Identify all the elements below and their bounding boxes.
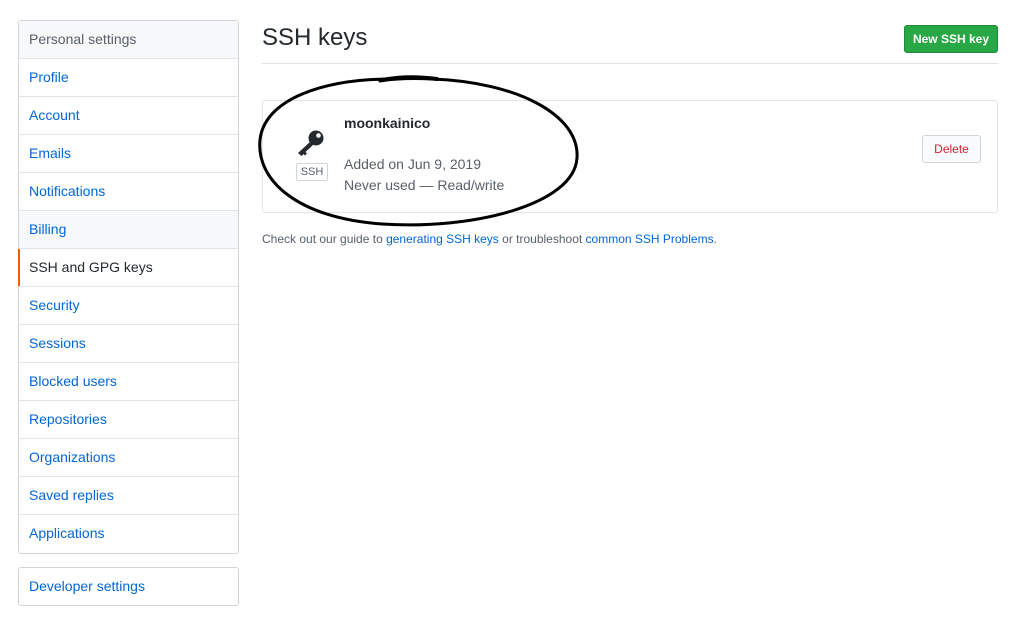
key-usage: Never used — Read/write xyxy=(344,177,505,193)
developer-settings-menu: Developer settings xyxy=(18,567,239,606)
sidebar-heading: Personal settings xyxy=(19,21,238,59)
sidebar-item-applications[interactable]: Applications xyxy=(19,515,238,553)
sidebar-item-billing[interactable]: Billing xyxy=(19,211,238,249)
common-ssh-problems-link[interactable]: common SSH Problems xyxy=(586,232,714,246)
page-title: SSH keys xyxy=(262,24,368,51)
sidebar-item-security[interactable]: Security xyxy=(19,287,238,325)
sidebar-item-blocked-users[interactable]: Blocked users xyxy=(19,363,238,401)
sidebar-item-sessions[interactable]: Sessions xyxy=(19,325,238,363)
sidebar-item-organizations[interactable]: Organizations xyxy=(19,439,238,477)
sidebar-item-developer-settings[interactable]: Developer settings xyxy=(19,568,238,605)
key-title: moonkainico xyxy=(344,115,431,131)
help-text: Check out our guide to generating SSH ke… xyxy=(262,232,717,246)
help-suffix: . xyxy=(713,232,717,246)
help-prefix: Check out our guide to xyxy=(262,232,387,246)
sidebar-item-repositories[interactable]: Repositories xyxy=(19,401,238,439)
sidebar-item-emails[interactable]: Emails xyxy=(19,135,238,173)
delete-key-button[interactable]: Delete xyxy=(922,135,981,163)
sidebar-item-profile[interactable]: Profile xyxy=(19,59,238,97)
sidebar-item-ssh-gpg-keys[interactable]: SSH and GPG keys xyxy=(18,249,238,287)
new-ssh-key-button[interactable]: New SSH key xyxy=(904,25,998,53)
settings-sidebar: Personal settings Profile Account Emails… xyxy=(18,20,239,554)
sidebar-item-saved-replies[interactable]: Saved replies xyxy=(19,477,238,515)
title-divider xyxy=(262,63,998,64)
key-type-label: SSH xyxy=(296,163,328,181)
ssh-key-list-item: SSH moonkainico Added on Jun 9, 2019 Nev… xyxy=(262,100,998,213)
generating-ssh-keys-link[interactable]: generating SSH keys xyxy=(386,232,499,246)
key-added-date: Added on Jun 9, 2019 xyxy=(344,156,482,172)
help-middle: or troubleshoot xyxy=(498,232,586,246)
key-icon xyxy=(293,127,329,157)
sidebar-item-notifications[interactable]: Notifications xyxy=(19,173,238,211)
sidebar-item-account[interactable]: Account xyxy=(19,97,238,135)
